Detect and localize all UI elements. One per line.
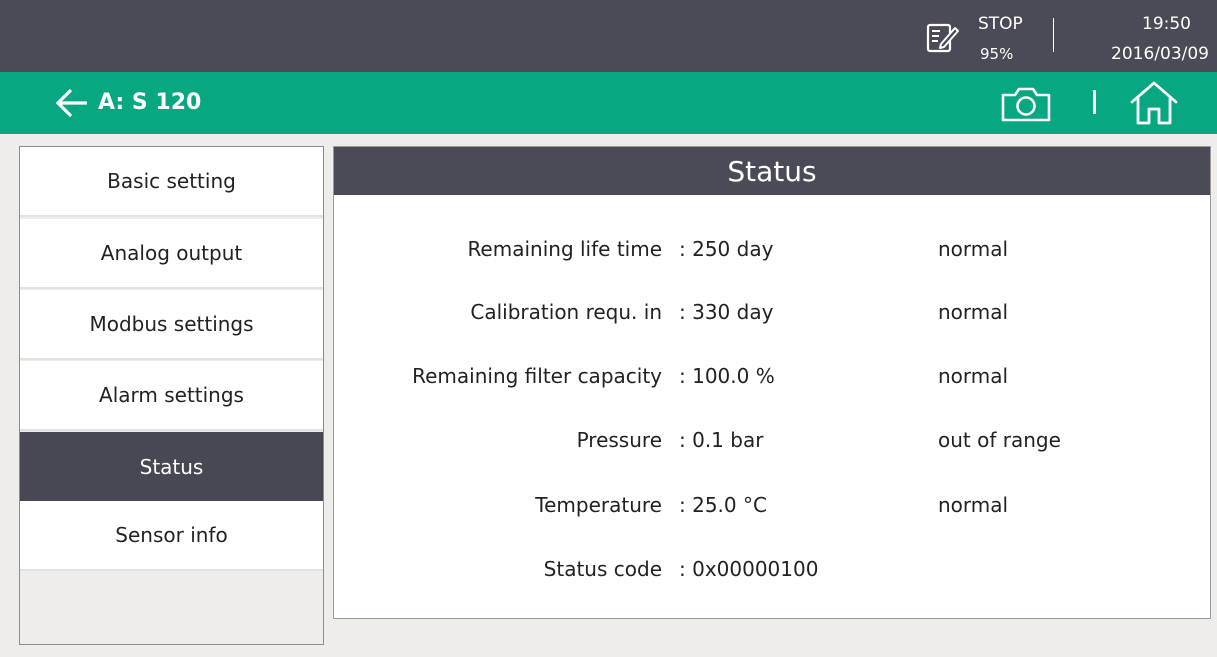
title-bar: A: S 120 [0,72,1217,134]
row-value: : 100.0 % [679,364,775,388]
sidebar-menu: Basic setting Analog output Modbus setti… [19,146,324,645]
row-label: Remaining life time [467,237,662,261]
sidebar-item-status[interactable]: Status [20,432,323,501]
row-state: out of range [938,428,1061,452]
row-value: : 250 day [679,237,774,261]
sidebar-item-label: Modbus settings [89,312,254,336]
home-icon[interactable] [1128,80,1180,126]
status-row: Status code : 0x00000100 [334,557,1210,587]
sidebar-item-label: Analog output [100,241,243,265]
row-label: Calibration requ. in [470,300,662,324]
sidebar-item-sensor-info[interactable]: Sensor info [20,501,323,571]
status-panel: Status Remaining life time : 250 day nor… [333,146,1211,619]
status-row: Remaining life time : 250 day normal [334,237,1210,267]
sidebar-item-basic-setting[interactable]: Basic setting [20,147,323,217]
status-divider [1053,18,1054,52]
row-label: Status code [543,557,662,581]
status-row: Remaining filter capacity : 100.0 % norm… [334,364,1210,394]
disk-usage-label: 95% [980,45,1014,63]
row-value: : 0.1 bar [679,428,764,452]
row-state: normal [938,493,1009,517]
clock-date: 2016/03/09 [1111,44,1209,64]
page-title: A: S 120 [98,90,202,115]
sidebar-item-label: Sensor info [115,523,228,547]
row-label: Remaining filter capacity [412,364,662,388]
status-row: Calibration requ. in : 330 day normal [334,300,1210,330]
status-row: Temperature : 25.0 °C normal [334,493,1210,523]
sidebar-item-label: Basic setting [107,169,236,193]
status-row: Pressure : 0.1 bar out of range [334,428,1210,458]
row-state: normal [938,237,1009,261]
run-state-label: STOP [978,14,1023,34]
row-label: Pressure [576,428,662,452]
header-divider [1093,90,1096,114]
row-value: : 330 day [679,300,774,324]
sidebar-item-label: Alarm settings [99,383,244,407]
sidebar-item-modbus-settings[interactable]: Modbus settings [20,290,323,360]
sidebar-item-analog-output[interactable]: Analog output [20,219,323,289]
top-status-bar: STOP 95% 19:50 2016/03/09 [0,0,1217,72]
record-edit-icon[interactable] [926,22,960,54]
row-state: normal [938,364,1009,388]
row-value: : 0x00000100 [679,557,819,581]
clock-time: 19:50 [1142,14,1191,34]
row-value: : 25.0 °C [679,493,767,517]
back-arrow-icon[interactable] [54,86,90,120]
sidebar-item-label: Status [139,454,204,479]
row-state: normal [938,300,1009,324]
panel-title: Status [334,147,1210,195]
row-label: Temperature [535,493,662,517]
sidebar-item-alarm-settings[interactable]: Alarm settings [20,361,323,431]
camera-icon[interactable] [998,84,1054,124]
